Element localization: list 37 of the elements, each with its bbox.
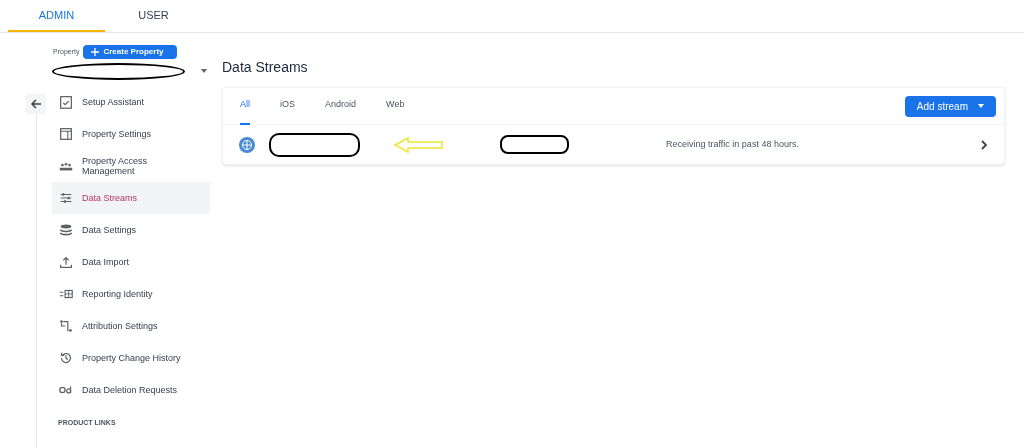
dropdown-caret-icon — [978, 104, 984, 108]
menu-item[interactable]: Data Streams — [52, 182, 210, 214]
menu-item[interactable]: Data Settings — [52, 214, 210, 246]
create-property-button[interactable]: Create Property — [83, 45, 178, 59]
dropdown-caret-icon — [201, 69, 207, 73]
menu-item[interactable]: Property Change History — [52, 342, 210, 374]
sliders-icon — [58, 190, 74, 206]
chevron-right-icon — [981, 139, 988, 150]
menu-item[interactable]: Attribution Settings — [52, 310, 210, 342]
clipboard-check-icon — [58, 94, 74, 110]
stream-status: Receiving traffic in past 48 hours. — [666, 137, 799, 151]
page-title: Data Streams — [222, 58, 309, 77]
menu-item[interactable]: Property Settings — [52, 118, 210, 150]
window-icon — [58, 126, 74, 142]
menu-item[interactable]: Setup Assistant — [52, 86, 210, 118]
back-arrow-icon — [30, 98, 42, 110]
menu-item[interactable]: Reporting Identity — [52, 278, 210, 310]
upload-icon — [58, 254, 74, 270]
top-tab[interactable]: USER — [105, 0, 202, 32]
stream-tab[interactable]: iOS — [280, 87, 296, 125]
annotation-arrow — [394, 136, 444, 153]
stream-tab[interactable]: Web — [386, 87, 405, 125]
menu-item[interactable]: Data Import — [52, 246, 210, 278]
top-tab[interactable]: ADMIN — [8, 0, 105, 32]
stream-row[interactable]: Receiving traffic in past 48 hours. — [223, 125, 1004, 164]
menu-item[interactable]: Property Access Management — [52, 150, 210, 182]
plus-icon — [91, 48, 100, 56]
database-icon — [58, 222, 74, 238]
route-icon — [58, 318, 74, 334]
back-button[interactable] — [26, 94, 46, 114]
add-stream-button[interactable]: Add stream — [904, 95, 996, 117]
stream-tab[interactable]: All — [240, 87, 250, 125]
menu-item[interactable]: Data Deletion Requests — [52, 374, 210, 406]
history-icon — [58, 350, 74, 366]
redaction-mark — [500, 135, 569, 154]
stream-tab[interactable]: Android — [325, 87, 357, 125]
globe-icon — [239, 136, 255, 153]
